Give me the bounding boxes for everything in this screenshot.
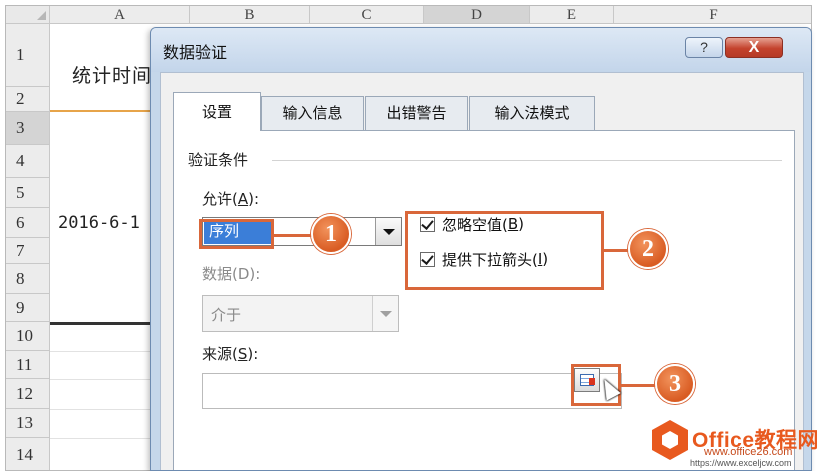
highlight-box-allow: [199, 219, 274, 249]
chevron-down-icon: [380, 311, 392, 317]
row-header-1[interactable]: 1: [6, 24, 50, 87]
dialog-title: 数据验证: [163, 43, 228, 62]
source-label-end: ):: [247, 345, 259, 363]
row-header-9[interactable]: 9: [6, 294, 50, 322]
column-header-c[interactable]: C: [310, 6, 424, 24]
data-select-dropdown-button: [372, 296, 398, 331]
tab-input-message[interactable]: 输入信息: [261, 96, 364, 130]
chevron-down-icon: [383, 229, 395, 235]
row-header-13[interactable]: 13: [6, 409, 50, 438]
row-header-8[interactable]: 8: [6, 264, 50, 294]
highlight-box-checkboxes: [405, 211, 604, 290]
allow-label: 允许(A):: [202, 188, 259, 209]
callout-line-1: [273, 234, 313, 237]
column-header-a[interactable]: A: [50, 6, 190, 24]
step-badge-2: 2: [628, 229, 668, 269]
tab-settings[interactable]: 设置: [173, 92, 261, 131]
settings-tab-page: 验证条件 允许(A): 序列 忽略空值(B) 提供下拉箭头(I) 数据(D): …: [173, 130, 795, 470]
source-label-key: S: [237, 345, 248, 363]
row-header-6[interactable]: 6: [6, 208, 50, 238]
callout-line-3: [621, 384, 657, 387]
column-header-d[interactable]: D: [424, 6, 530, 24]
column-header-f[interactable]: F: [614, 6, 811, 24]
cell-a6[interactable]: 2016-6-1: [58, 213, 140, 233]
row-header-12[interactable]: 12: [6, 379, 50, 409]
data-label: 数据(D):: [202, 265, 261, 283]
source-label: 来源(S):: [202, 343, 258, 364]
select-all-corner[interactable]: [6, 6, 50, 24]
close-button[interactable]: X: [725, 37, 783, 58]
step-badge-1: 1: [311, 214, 351, 254]
help-button[interactable]: ?: [685, 37, 723, 58]
select-all-triangle-icon: [37, 11, 46, 20]
source-label-text: 来源(: [202, 345, 238, 363]
allow-select-dropdown-button[interactable]: [375, 218, 401, 245]
row-header-3[interactable]: 3: [6, 112, 50, 145]
column-header-b[interactable]: B: [190, 6, 310, 24]
tab-ime-mode[interactable]: 输入法模式: [469, 96, 595, 130]
watermark-url-2: https://www.exceljcw.com: [690, 458, 792, 468]
group-divider: [272, 160, 782, 161]
allow-label-end: ):: [248, 190, 260, 208]
source-input[interactable]: [202, 373, 622, 409]
step-badge-3: 3: [655, 364, 695, 404]
dialog-titlebar[interactable]: 数据验证 ? X: [151, 28, 811, 72]
row-header-7[interactable]: 7: [6, 238, 50, 264]
allow-label-key: A: [237, 190, 249, 208]
validation-criteria-heading: 验证条件: [188, 151, 249, 169]
row-header-5[interactable]: 5: [6, 178, 50, 208]
tab-error-alert[interactable]: 出错警告: [365, 96, 468, 130]
data-select-value: 介于: [211, 306, 242, 324]
callout-line-2: [603, 249, 630, 252]
cell-border-orange: [50, 110, 160, 112]
row-header-11[interactable]: 11: [6, 351, 50, 379]
data-select-disabled: 介于: [202, 295, 399, 332]
row-header-14[interactable]: 14: [6, 438, 50, 470]
row-header-2[interactable]: 2: [6, 87, 50, 112]
column-header-e[interactable]: E: [530, 6, 614, 24]
row-header-4[interactable]: 4: [6, 145, 50, 178]
watermark-url-1: www.office26.com: [704, 446, 793, 458]
cell-a1[interactable]: 统计时间: [72, 61, 152, 88]
cell-border-thick: [50, 322, 160, 325]
allow-label-text: 允许(: [202, 190, 238, 208]
row-header-10[interactable]: 10: [6, 322, 50, 351]
